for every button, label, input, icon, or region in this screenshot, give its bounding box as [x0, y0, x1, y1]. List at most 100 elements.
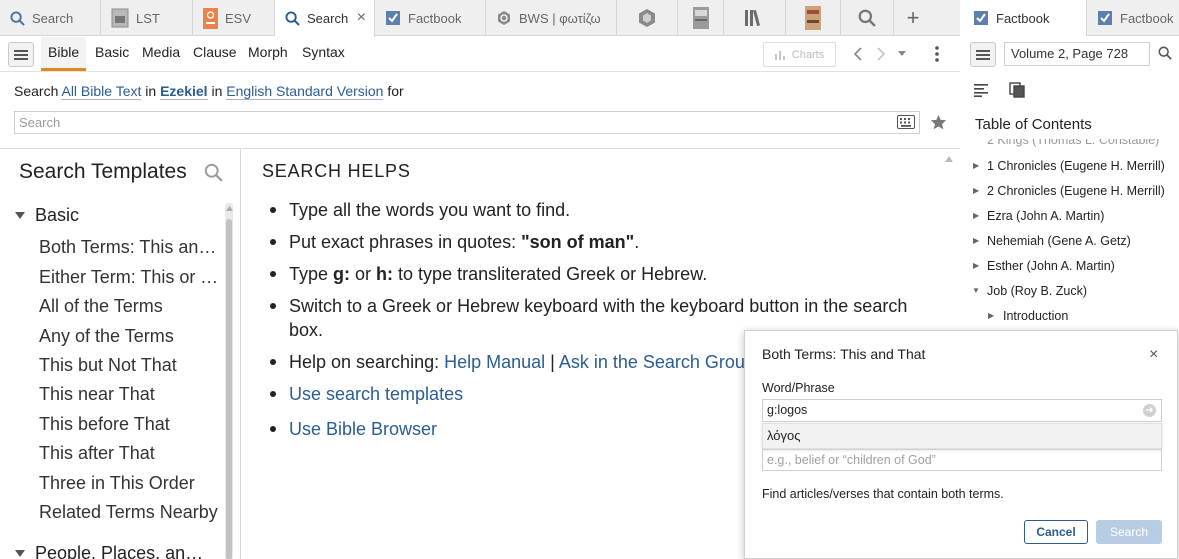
tab-factbook-right-1[interactable]: Factbook: [963, 0, 1087, 36]
chevron-right-icon[interactable]: ▶: [973, 161, 979, 170]
help-item: Type all the words you want to find.: [270, 198, 940, 222]
search-button[interactable]: Search: [1096, 520, 1162, 544]
help-item: Type g: or h: to type transliterated Gre…: [270, 262, 940, 286]
toc-item-partial[interactable]: 2 Kings (Thomas L. Constable): [987, 139, 1159, 147]
chevron-right-icon[interactable]: ▶: [973, 236, 979, 245]
tab-search-active[interactable]: Search ×: [275, 0, 375, 37]
sidebar-title: Search Templates: [19, 160, 187, 183]
toc-item[interactable]: Esther (John A. Martin): [987, 259, 1115, 273]
chevron-right-icon[interactable]: ▶: [973, 211, 979, 220]
tab-label: BWS | φωτίζω: [519, 10, 601, 26]
help-example: "son of man": [521, 232, 635, 252]
more-options-icon[interactable]: [935, 46, 939, 62]
star-icon[interactable]: [930, 114, 947, 130]
search-toolbar: Bible Basic Media Clause Morph Syntax Ch…: [0, 37, 960, 72]
toc-item-child[interactable]: Introduction: [1003, 309, 1068, 323]
search-templates-link[interactable]: Use search templates: [289, 384, 463, 404]
chevron-right-icon[interactable]: ▶: [988, 311, 994, 320]
tab-clause[interactable]: Clause: [186, 37, 244, 71]
help-manual-link[interactable]: Help Manual: [444, 352, 545, 372]
tab-label: Search: [307, 11, 349, 26]
chevron-down-icon: [15, 550, 25, 557]
tab-bible[interactable]: Bible: [41, 37, 87, 71]
template-item[interactable]: This after That: [39, 443, 221, 464]
tab-media[interactable]: Media: [135, 37, 187, 71]
toc-item[interactable]: Job (Roy B. Zuck): [987, 284, 1087, 298]
tab-book-cover-2[interactable]: [786, 0, 841, 36]
section-people-places[interactable]: People, Places, and Things: [15, 543, 220, 559]
tab-search-1[interactable]: Search: [0, 0, 101, 36]
scroll-up-icon[interactable]: [226, 206, 233, 211]
template-item[interactable]: This before That: [39, 414, 221, 435]
search-icon[interactable]: [1158, 46, 1172, 60]
add-tab-icon: +: [906, 5, 920, 30]
go-arrow-icon[interactable]: ➔: [1143, 404, 1156, 417]
tab-bws[interactable]: BWS | φωτίζω: [486, 0, 617, 36]
history-dropdown-icon[interactable]: [898, 51, 906, 57]
template-item[interactable]: Related Terms Nearby: [39, 502, 221, 523]
tab-factbook[interactable]: Factbook: [375, 0, 486, 36]
template-item[interactable]: Three in This Order: [39, 473, 221, 494]
search-field: [14, 111, 920, 134]
template-item[interactable]: Either Term: This or That: [39, 267, 221, 288]
suggestion-item[interactable]: λόγος: [762, 423, 1162, 449]
reference-box[interactable]: Volume 2, Page 728: [1004, 42, 1150, 66]
bible-browser-link[interactable]: Use Bible Browser: [289, 419, 437, 439]
tab-lst[interactable]: LST: [101, 0, 193, 36]
tab-library[interactable]: [724, 0, 786, 36]
template-item[interactable]: Any of the Terms: [39, 326, 221, 347]
tab-syntax[interactable]: Syntax: [295, 37, 352, 71]
close-icon[interactable]: ×: [1149, 346, 1158, 364]
popup-description: Find articles/verses that contain both t…: [762, 487, 1004, 501]
toc-lines-icon[interactable]: [974, 83, 988, 97]
query-in: in: [211, 83, 223, 99]
keyboard-icon[interactable]: [897, 115, 915, 129]
section-basic[interactable]: Basic: [15, 205, 79, 226]
back-arrow-icon[interactable]: [853, 46, 863, 62]
search-group-link[interactable]: Ask in the Search Group: [559, 352, 755, 372]
template-item[interactable]: This near That: [39, 384, 221, 405]
tab-book-cover[interactable]: [678, 0, 724, 36]
help-text: Type: [289, 264, 334, 284]
hexagon-icon: [637, 8, 657, 28]
close-icon[interactable]: ×: [357, 9, 366, 27]
charts-button[interactable]: Charts: [763, 42, 836, 67]
copy-pages-icon[interactable]: [1009, 82, 1025, 98]
toc-item[interactable]: Ezra (John A. Martin): [987, 209, 1104, 223]
sidebar-scroll-thumb[interactable]: [226, 219, 232, 559]
word-phrase-field[interactable]: g:logos ➔: [762, 399, 1162, 422]
scope-selector[interactable]: All Bible Text: [61, 83, 142, 100]
tab-strip-right: Factbook Factbook: [963, 0, 1179, 36]
library-icon: [744, 9, 766, 27]
chevron-down-icon[interactable]: ▼: [972, 286, 980, 295]
panel-menu-button[interactable]: [8, 42, 34, 67]
chevron-right-icon[interactable]: ▶: [973, 186, 979, 195]
tab-factbook-right-2[interactable]: Factbook: [1087, 0, 1179, 36]
help-prefix-h: h:: [376, 264, 394, 284]
add-tab-button[interactable]: +: [894, 0, 932, 36]
cancel-button[interactable]: Cancel: [1024, 520, 1088, 544]
tab-morph[interactable]: Morph: [241, 37, 295, 71]
scroll-up-icon[interactable]: [945, 156, 953, 162]
toc-item[interactable]: Nehemiah (Gene A. Getz): [987, 234, 1131, 248]
search-templates-panel: Search Templates Basic Both Terms: This …: [0, 148, 241, 559]
template-item[interactable]: This but Not That: [39, 355, 221, 376]
toc-item[interactable]: 2 Chronicles (Eugene H. Merrill): [987, 184, 1165, 198]
forward-arrow-icon[interactable]: [876, 46, 886, 62]
tab-hexagon[interactable]: [617, 0, 678, 36]
panel-menu-button[interactable]: [970, 42, 996, 67]
tab-esv[interactable]: ESV: [193, 0, 275, 36]
search-icon[interactable]: [204, 163, 223, 182]
toc-item[interactable]: 1 Chronicles (Eugene H. Merrill): [987, 159, 1165, 173]
template-item[interactable]: All of the Terms: [39, 296, 221, 317]
template-item[interactable]: Both Terms: This and That: [39, 237, 221, 258]
tab-search-2[interactable]: [841, 0, 894, 36]
chevron-right-icon[interactable]: ▶: [973, 261, 979, 270]
range-selector[interactable]: Ezekiel: [160, 83, 208, 100]
bible-icon: [203, 7, 218, 29]
search-input[interactable]: [15, 112, 875, 133]
tab-basic[interactable]: Basic: [88, 37, 136, 71]
second-term-field[interactable]: e.g., belief or “children of God”: [762, 449, 1162, 471]
version-selector[interactable]: English Standard Version: [226, 83, 384, 100]
help-text: Help on searching:: [289, 352, 445, 372]
